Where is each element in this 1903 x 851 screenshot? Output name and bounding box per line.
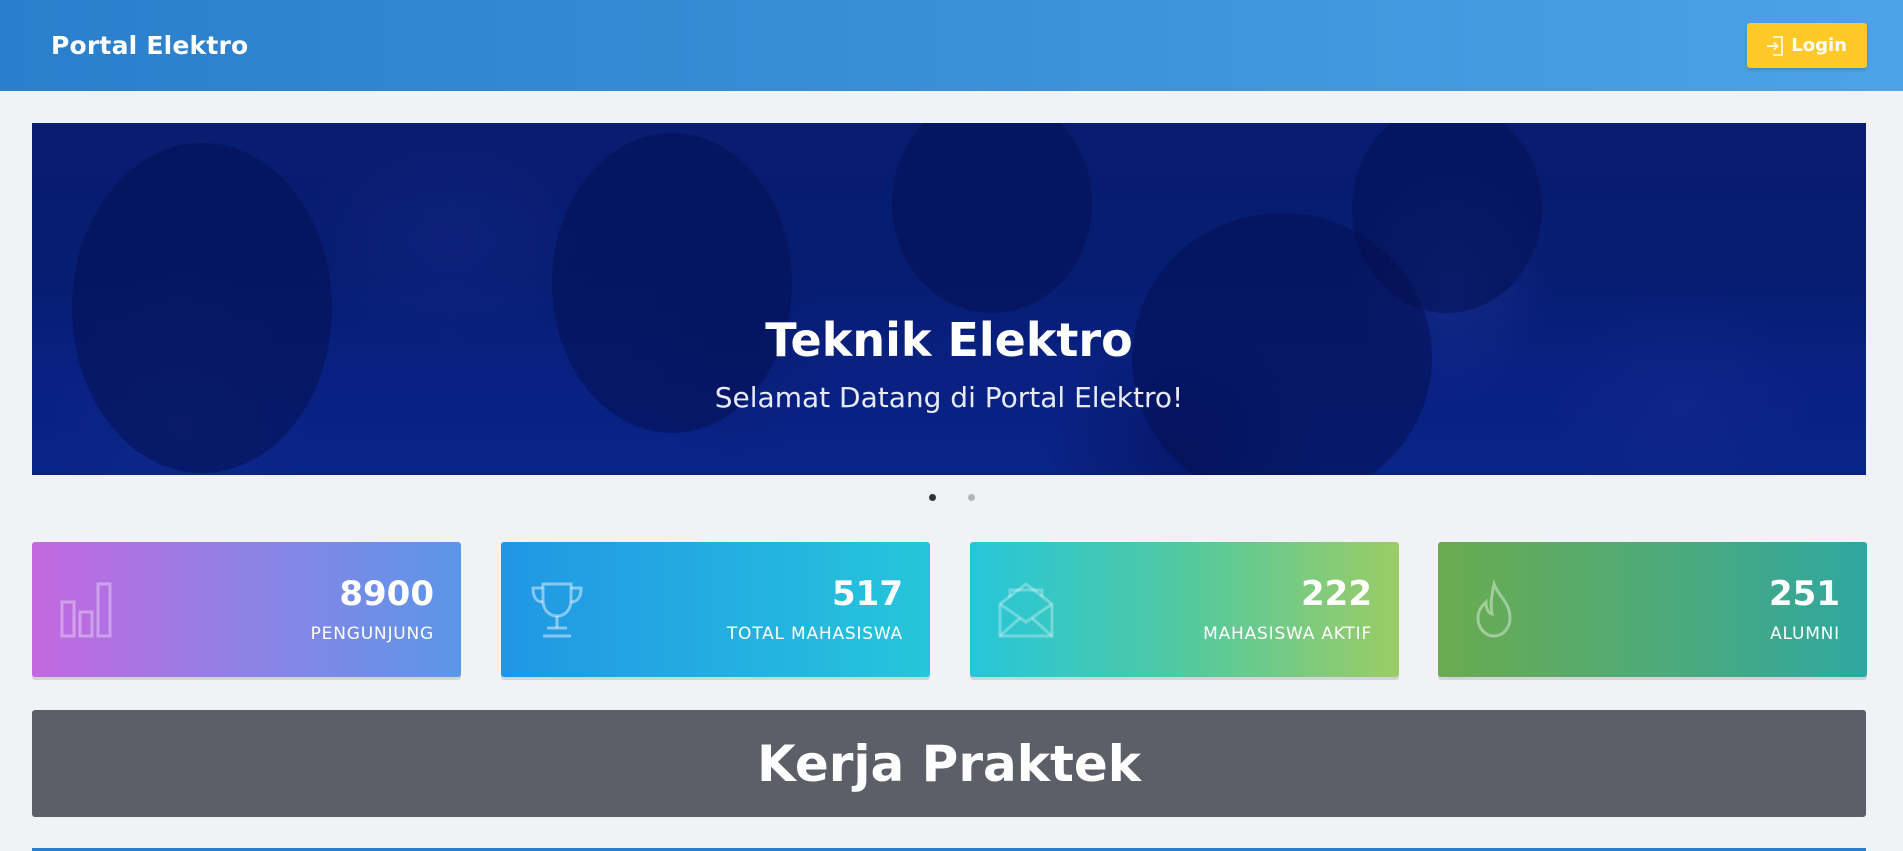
stat-card-total-mahasiswa: 517 TOTAL MAHASISWA — [501, 542, 930, 677]
carousel-indicators — [0, 494, 1903, 501]
stat-label: MAHASISWA AKTIF — [1203, 624, 1372, 644]
section-title: Kerja Praktek — [756, 734, 1142, 793]
envelope-open-icon — [998, 582, 1054, 638]
stat-label: ALUMNI — [1770, 624, 1840, 644]
brand-link[interactable]: Portal Elektro — [51, 31, 248, 60]
stat-value: 251 — [1769, 574, 1840, 614]
stat-card-pengunjung: 8900 PENGUNJUNG — [32, 542, 461, 677]
stat-card-mahasiswa-aktif: 222 MAHASISWA AKTIF — [970, 542, 1399, 677]
photo-silhouette — [72, 143, 332, 473]
stat-value: 222 — [1301, 574, 1372, 614]
carousel-indicator-2[interactable] — [967, 494, 975, 501]
hero-carousel[interactable]: Teknik Elektro Selamat Datang di Portal … — [32, 123, 1866, 475]
stat-card-alumni: 251 ALUMNI — [1438, 542, 1867, 677]
carousel-indicator-1[interactable] — [928, 494, 936, 501]
bar-chart-icon — [60, 582, 112, 638]
stat-label: PENGUNJUNG — [310, 624, 434, 644]
navbar: Portal Elektro Login — [0, 0, 1903, 91]
section-header-kerja-praktek: Kerja Praktek — [32, 710, 1866, 817]
login-icon — [1767, 35, 1784, 56]
carousel-title: Teknik Elektro — [765, 313, 1133, 367]
photo-silhouette — [1352, 123, 1542, 313]
stat-value: 8900 — [339, 574, 434, 614]
carousel-caption: Teknik Elektro Selamat Datang di Portal … — [32, 313, 1866, 414]
trophy-icon — [531, 582, 583, 638]
login-label: Login — [1791, 35, 1847, 56]
stat-value: 517 — [832, 574, 903, 614]
fire-icon — [1476, 580, 1512, 638]
carousel-subtitle: Selamat Datang di Portal Elektro! — [714, 381, 1184, 414]
stat-label: TOTAL MAHASISWA — [726, 624, 903, 644]
photo-silhouette — [892, 123, 1092, 313]
login-button[interactable]: Login — [1747, 23, 1867, 68]
